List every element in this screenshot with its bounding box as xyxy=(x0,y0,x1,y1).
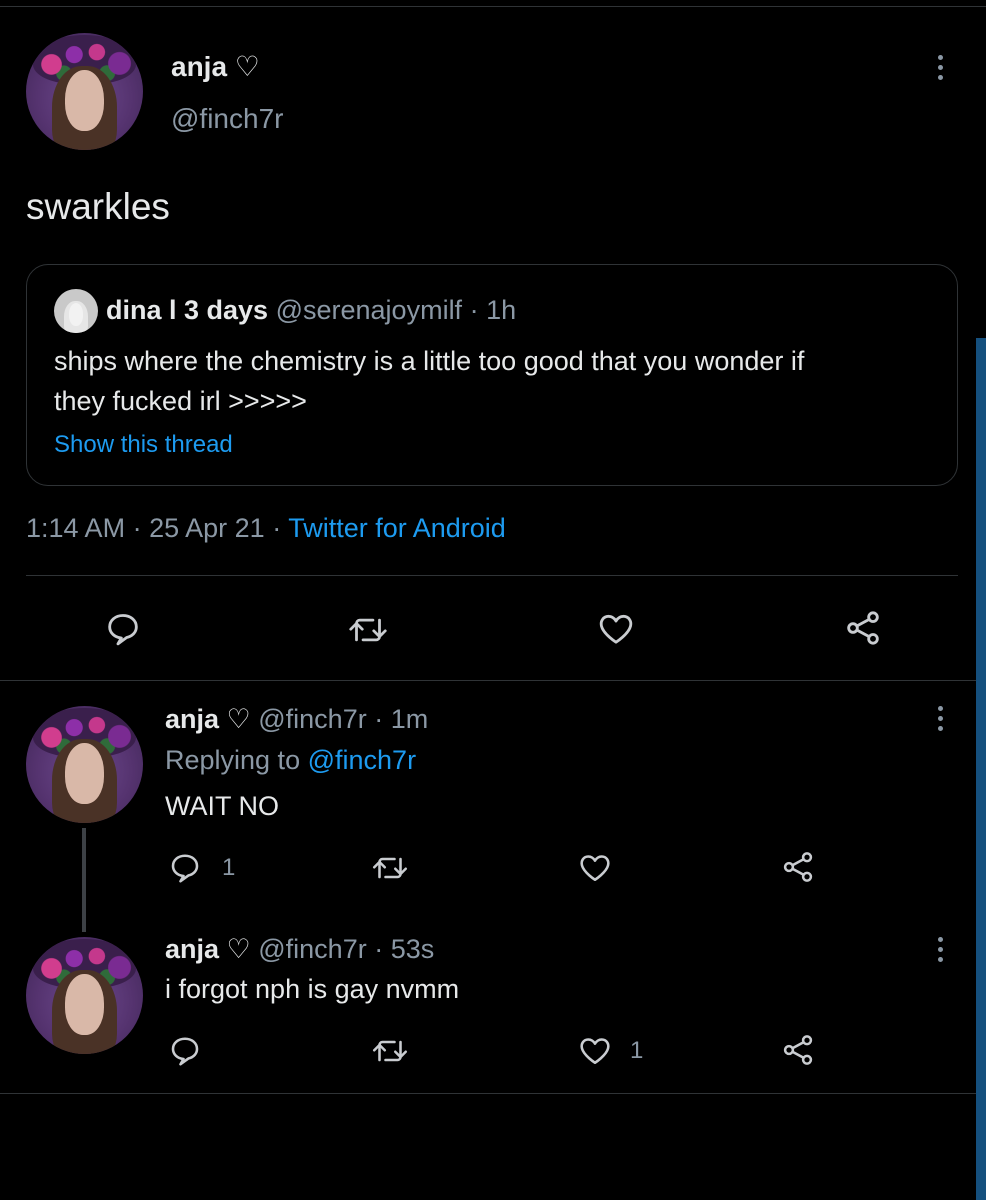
display-name[interactable]: anja ♡ xyxy=(171,50,260,83)
tweet-client-link[interactable]: Twitter for Android xyxy=(288,513,506,543)
reply-age: 1m xyxy=(390,704,429,734)
quoted-text-line-2: they fucked irl >>>>> xyxy=(54,386,307,416)
replying-to-handle[interactable]: @finch7r xyxy=(308,745,416,775)
separator: · xyxy=(374,934,384,964)
quoted-text-line-1: ships where the chemistry is a little to… xyxy=(54,346,805,376)
separator: · xyxy=(272,513,282,543)
avatar[interactable] xyxy=(26,706,143,823)
reply-count: 1 xyxy=(222,854,236,881)
reply-display-name[interactable]: anja ♡ xyxy=(165,704,251,734)
more-vertical-icon[interactable] xyxy=(938,706,946,731)
quoted-avatar-face xyxy=(68,303,84,326)
more-vertical-icon[interactable] xyxy=(938,55,946,80)
quoted-avatar[interactable] xyxy=(54,289,98,333)
like-count: 1 xyxy=(630,1037,644,1064)
reply-handle[interactable]: @finch7r xyxy=(258,704,366,734)
share-icon[interactable] xyxy=(842,608,884,648)
bottom-divider xyxy=(0,1093,976,1094)
quoted-header: dina l 3 days @serenajoymilf · 1h xyxy=(106,295,516,326)
retweet-icon[interactable] xyxy=(369,1033,411,1069)
separator: · xyxy=(132,513,142,543)
reply-age: 53s xyxy=(390,934,435,964)
avatar-face xyxy=(64,70,105,132)
avatar[interactable] xyxy=(26,33,143,150)
reply-icon[interactable] xyxy=(103,608,143,648)
scrollbar[interactable] xyxy=(976,338,986,1200)
tweet-metadata: 1:14 AM · 25 Apr 21 · Twitter for Androi… xyxy=(26,513,506,544)
reply-icon[interactable] xyxy=(167,1032,203,1068)
heart-icon[interactable] xyxy=(576,849,614,885)
heart-icon[interactable] xyxy=(576,1032,614,1068)
thread-line xyxy=(82,828,86,932)
reply-icon[interactable] xyxy=(167,849,203,885)
reply-header: anja ♡ @finch7r · 53s xyxy=(165,934,434,965)
show-thread-link[interactable]: Show this thread xyxy=(54,431,233,459)
replying-to: Replying to @finch7r xyxy=(165,745,416,776)
avatar-face xyxy=(64,743,105,805)
quoted-handle[interactable]: @serenajoymilf xyxy=(276,295,462,325)
avatar[interactable] xyxy=(26,937,143,1054)
retweet-icon[interactable] xyxy=(345,610,391,650)
share-icon[interactable] xyxy=(779,1032,817,1068)
reply-display-name[interactable]: anja ♡ xyxy=(165,934,251,964)
heart-icon[interactable] xyxy=(595,608,637,648)
quoted-display-name[interactable]: dina l 3 days xyxy=(106,295,268,325)
more-vertical-icon[interactable] xyxy=(938,937,946,962)
tweet-time: 1:14 AM xyxy=(26,513,126,543)
retweet-icon[interactable] xyxy=(369,850,411,886)
top-divider xyxy=(0,6,986,7)
actions-divider xyxy=(0,680,976,681)
metadata-divider xyxy=(26,575,958,576)
separator: · xyxy=(469,295,479,325)
reply-text: i forgot nph is gay nvmm xyxy=(165,974,460,1004)
replying-to-prefix: Replying to xyxy=(165,745,301,775)
share-icon[interactable] xyxy=(779,849,817,885)
reply-text: WAIT NO xyxy=(165,791,279,821)
tweet-date: 25 Apr 21 xyxy=(149,513,265,543)
reply-header: anja ♡ @finch7r · 1m xyxy=(165,704,428,735)
quoted-age: 1h xyxy=(486,295,517,325)
separator: · xyxy=(374,704,384,734)
tweet-text: swarkles xyxy=(26,186,170,227)
handle[interactable]: @finch7r xyxy=(171,103,283,135)
avatar-face xyxy=(64,974,105,1036)
reply-handle[interactable]: @finch7r xyxy=(258,934,366,964)
